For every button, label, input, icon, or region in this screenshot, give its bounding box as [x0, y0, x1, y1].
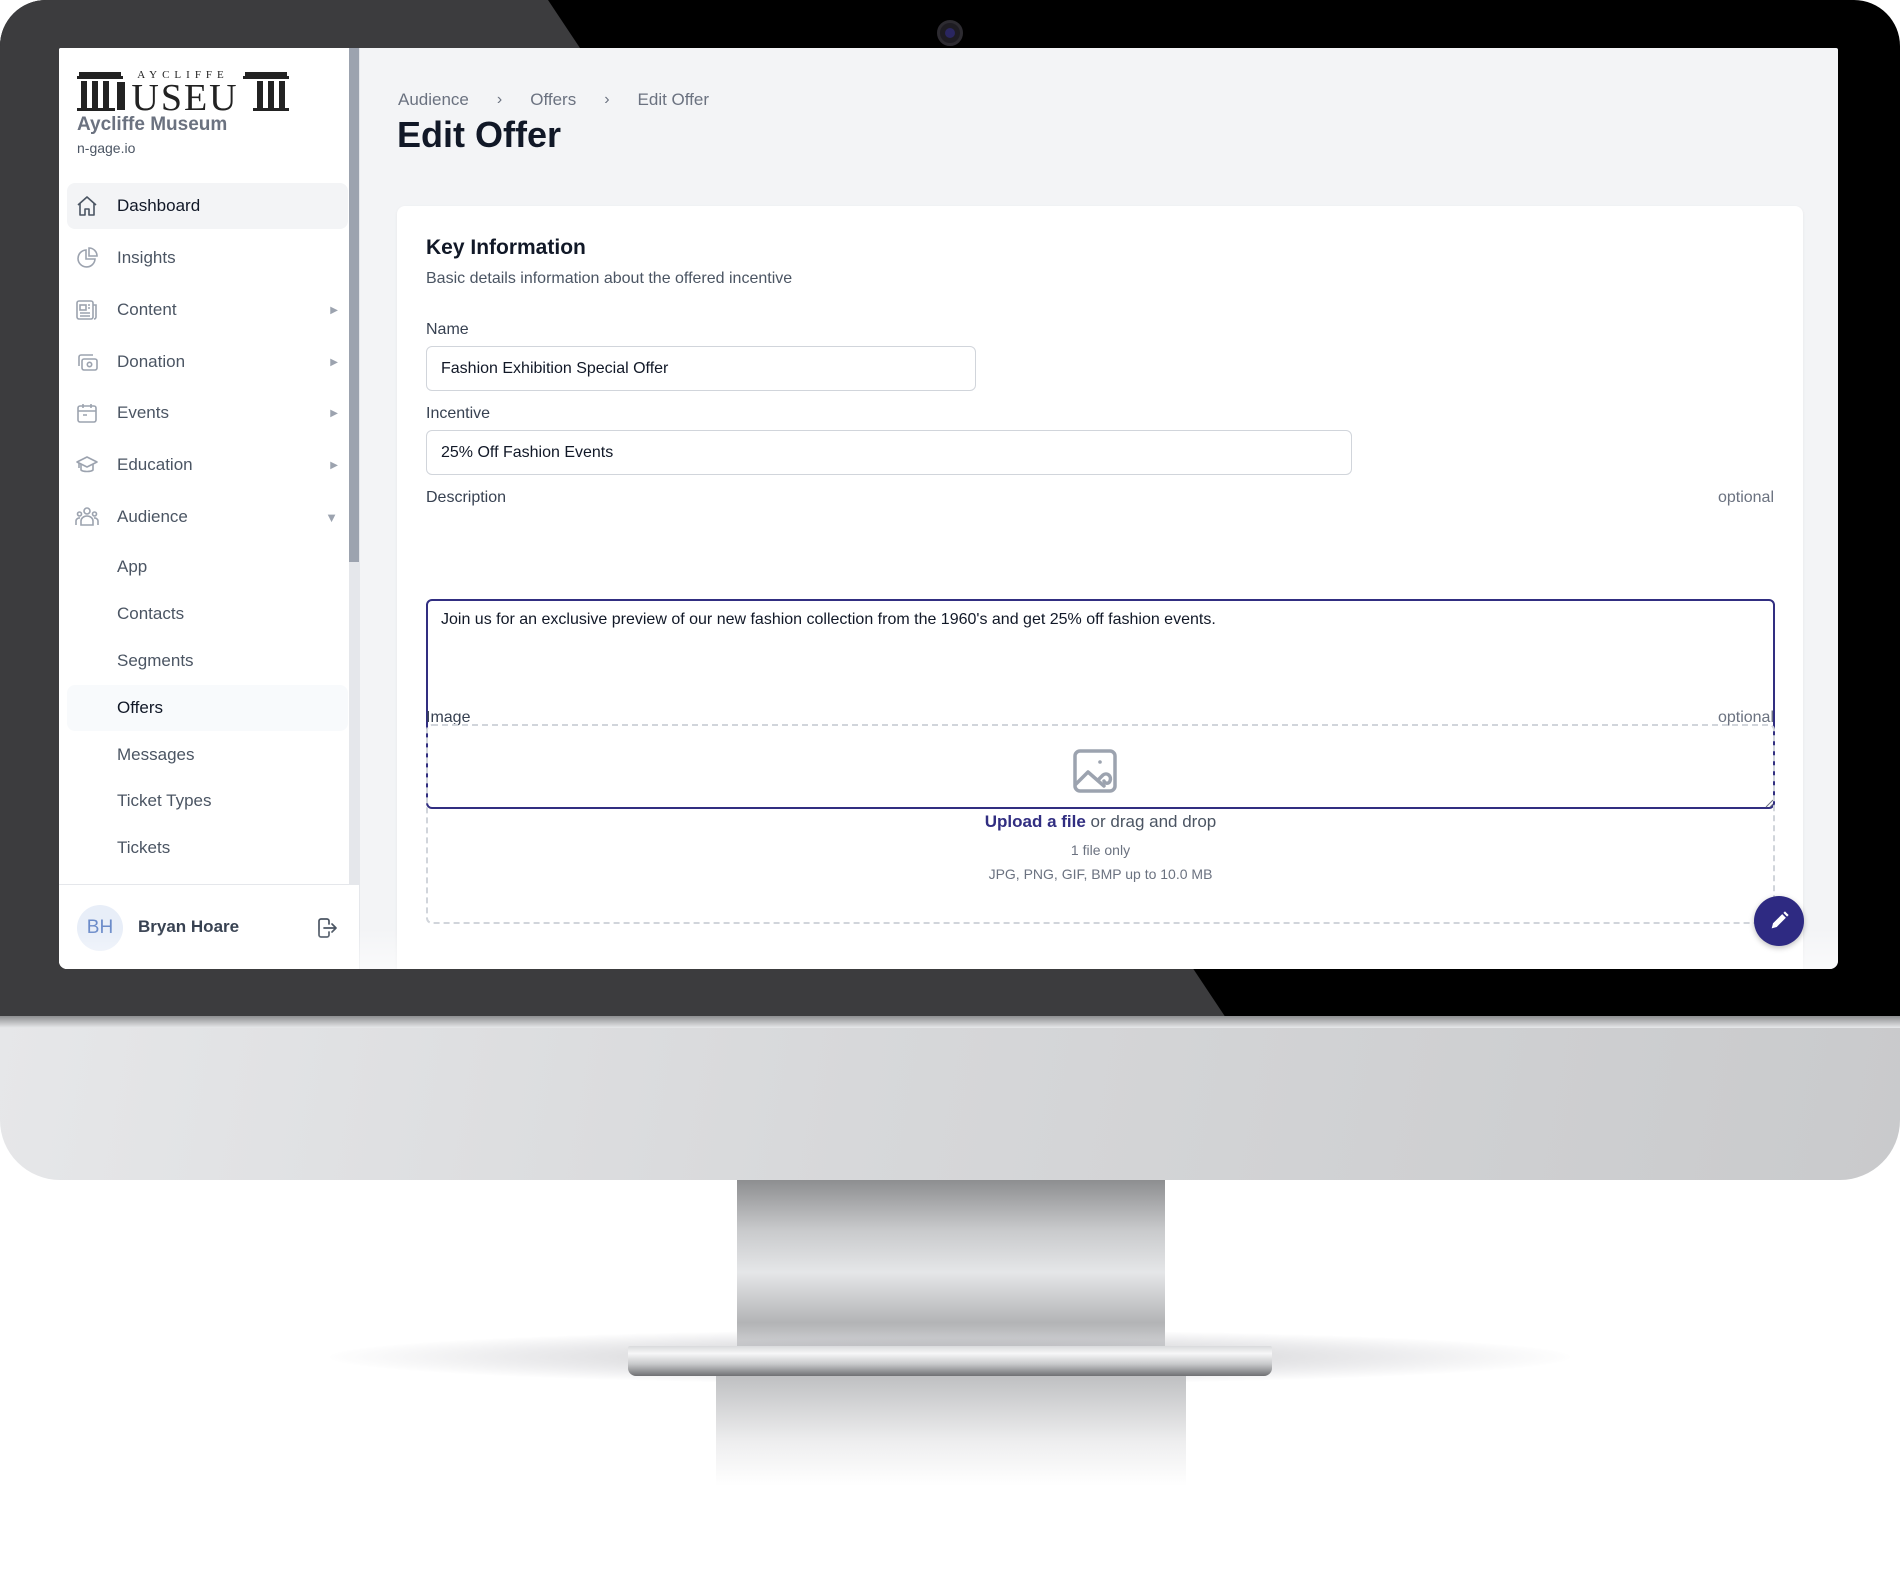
sidebar-item-label: Dashboard: [117, 196, 201, 215]
sidebar-item-label: Content: [117, 300, 177, 319]
page-title: Edit Offer: [397, 114, 562, 155]
chevron-right-icon: ›: [604, 91, 610, 108]
home-icon: [77, 196, 97, 216]
breadcrumb-edit-offer[interactable]: Edit Offer: [638, 90, 710, 110]
breadcrumb-audience[interactable]: Audience: [398, 90, 469, 110]
org-domain: n-gage.io: [77, 140, 136, 156]
sidebar-item-label: Events: [117, 403, 169, 422]
sidebar-item-label: Tickets: [117, 838, 171, 857]
sidebar: AYCLIFFE USEU Aycliffe Museum n-gage.io …: [59, 48, 359, 969]
sidebar-subitem-contacts[interactable]: Contacts: [67, 591, 348, 637]
camera-icon: [937, 20, 963, 46]
pencil-icon: [1771, 911, 1789, 929]
breadcrumb: Audience › Offers › Edit Offer: [398, 90, 709, 110]
upload-file-link[interactable]: Upload a file: [985, 812, 1086, 831]
chevron-right-icon: ▶: [330, 407, 338, 419]
sidebar-subitem-tickets[interactable]: Tickets: [67, 825, 348, 871]
sidebar-subitem-segments[interactable]: Segments: [67, 638, 348, 684]
description-label: Description: [426, 489, 507, 506]
pie-chart-icon: [77, 247, 98, 268]
sidebar-item-education[interactable]: Education ▶: [67, 442, 348, 488]
sidebar-subitem-offers[interactable]: Offers: [67, 685, 348, 731]
section-title: Key Information: [426, 236, 586, 259]
sidebar-user-footer: BH Bryan Hoare: [59, 884, 359, 969]
user-name[interactable]: Bryan Hoare: [138, 917, 239, 937]
calendar-icon: [77, 404, 97, 423]
edit-fab-button[interactable]: [1754, 896, 1804, 946]
section-subtitle: Basic details information about the offe…: [426, 270, 793, 287]
image-dropzone[interactable]: Upload a file or drag and drop 1 file on…: [426, 724, 1775, 924]
chevron-right-icon: ▶: [330, 459, 338, 471]
monitor-chin: [0, 1016, 1900, 1180]
org-name: Aycliffe Museum: [77, 114, 228, 135]
sidebar-item-audience[interactable]: Audience ▼: [67, 494, 348, 540]
sidebar-divider: [359, 48, 360, 969]
description-optional-hint: optional: [1717, 489, 1774, 506]
sidebar-item-label: Segments: [117, 651, 194, 670]
sidebar-subitem-ticket-types[interactable]: Ticket Types: [67, 778, 348, 824]
upload-types-text: JPG, PNG, GIF, BMP up to 10.0 MB: [988, 866, 1213, 882]
monitor-stand-neck: [737, 1180, 1165, 1348]
academic-cap-icon: [76, 456, 98, 473]
chevron-down-icon: ▼: [325, 509, 338, 525]
upload-limit-text: 1 file only: [1070, 842, 1131, 858]
museum-logo: AYCLIFFE USEU: [77, 69, 289, 112]
sidebar-item-dashboard[interactable]: Dashboard: [67, 183, 348, 229]
stand-reflection: [716, 1376, 1186, 1486]
sidebar-item-label: Offers: [117, 698, 163, 717]
incentive-input[interactable]: [426, 430, 1352, 475]
sidebar-item-label: Ticket Types: [117, 791, 212, 810]
upload-instructions: Upload a file or drag and drop: [428, 812, 1773, 832]
name-label: Name: [426, 321, 469, 338]
key-information-card: Key Information Basic details informatio…: [397, 206, 1803, 969]
newspaper-icon: [76, 300, 97, 320]
chevron-right-icon: ›: [496, 91, 503, 108]
drag-drop-text: or drag and drop: [1085, 812, 1217, 831]
sidebar-item-label: Donation: [117, 352, 186, 371]
sidebar-item-label: Education: [117, 455, 193, 474]
logout-icon[interactable]: [315, 916, 339, 940]
sidebar-item-label: Insights: [117, 248, 176, 267]
chevron-right-icon: ▶: [330, 304, 338, 316]
sidebar-subitem-messages[interactable]: Messages: [67, 732, 348, 778]
app-screen: AYCLIFFE USEU Aycliffe Museum n-gage.io …: [59, 48, 1838, 969]
sidebar-item-label: Audience: [117, 507, 188, 526]
sidebar-item-events[interactable]: Events ▶: [67, 390, 348, 436]
sidebar-item-insights[interactable]: Insights: [67, 235, 348, 281]
sidebar-item-label: Messages: [117, 745, 195, 764]
monitor-stand-base: [628, 1346, 1272, 1376]
sidebar-item-label: Contacts: [117, 604, 185, 623]
breadcrumb-offers[interactable]: Offers: [530, 90, 576, 110]
user-group-icon: [75, 507, 99, 526]
sidebar-item-content[interactable]: Content ▶: [67, 287, 348, 333]
sidebar-subitem-app[interactable]: App: [67, 544, 348, 590]
image-icon: [1073, 749, 1117, 793]
incentive-label: Incentive: [426, 405, 491, 422]
monitor-chin-edge: [0, 1016, 1900, 1028]
sidebar-item-donation[interactable]: Donation ▶: [67, 339, 348, 385]
chevron-right-icon: ▶: [330, 356, 338, 368]
name-input[interactable]: [426, 346, 976, 391]
avatar[interactable]: BH: [77, 905, 123, 951]
cash-icon: [78, 354, 98, 371]
sidebar-item-label: App: [117, 557, 148, 576]
sidebar-scrollbar-thumb[interactable]: [349, 48, 359, 562]
svg-text:USEU: USEU: [131, 77, 238, 112]
